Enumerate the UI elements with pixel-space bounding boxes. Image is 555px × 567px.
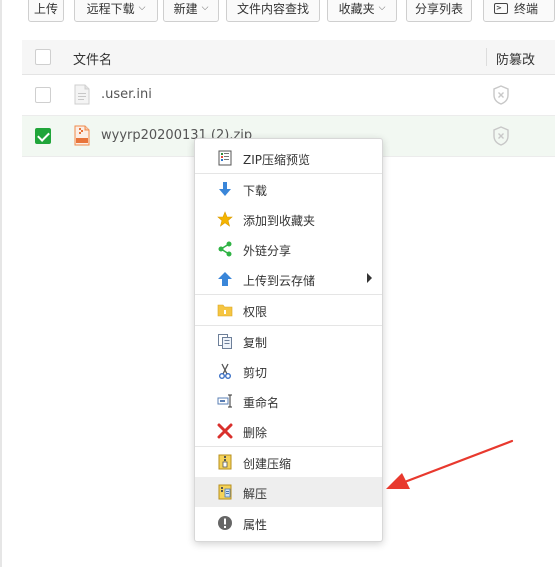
share-list-button[interactable]: 分享列表 [406,0,472,22]
menu-item-extract[interactable]: 解压 [195,477,382,507]
menu-item-label: 删除 [243,426,268,440]
menu-item-label: 属性 [243,518,268,532]
chevron-down-icon: ⌵ [138,3,146,13]
menu-item-add-favorite[interactable]: 添加到收藏夹 [195,204,382,234]
menu-item-label: 解压 [243,487,268,501]
remote-download-button[interactable]: 远程下载 ⌵ [74,0,158,22]
scissors-icon [217,363,233,379]
shield-icon[interactable] [492,126,510,146]
star-icon [217,211,233,227]
favorites-label: 收藏夹 [338,1,375,16]
text-file-icon [74,84,90,105]
zip-preview-icon [217,150,233,166]
upload-button-label: 上传 [34,1,59,16]
menu-item-zip-preview[interactable]: ZIP压缩预览 [195,143,382,173]
menu-item-label: 剪切 [243,366,268,380]
select-all-checkbox[interactable] [35,49,51,65]
menu-item-label: 权限 [243,305,268,319]
menu-item-create-archive[interactable]: 创建压缩 [195,447,382,477]
context-menu: ZIP压缩预览 下载 添加到收藏夹 外链分享 上传到云存储 权限 复制 剪切 重… [194,138,383,542]
column-divider [486,48,487,66]
row-checkbox[interactable] [35,128,51,144]
menu-item-upload-cloud[interactable]: 上传到云存储 [195,264,382,294]
terminal-icon: > [494,2,508,14]
new-button[interactable]: 新建 ⌵ [163,0,219,22]
menu-item-copy[interactable]: 复制 [195,326,382,356]
red-annotation-arrow [386,439,514,489]
menu-item-download[interactable]: 下载 [195,174,382,204]
delete-icon [217,423,233,439]
menu-item-label: 重命名 [243,396,280,410]
table-row[interactable]: .user.ini [22,75,555,116]
menu-item-rename[interactable]: 重命名 [195,386,382,416]
terminal-button[interactable]: > 终端 [483,0,555,22]
download-icon [217,181,233,197]
menu-item-permissions[interactable]: 权限 [195,295,382,325]
column-header-filename[interactable]: 文件名 [73,49,112,68]
cloud-upload-icon [217,271,233,287]
copy-icon [217,333,233,349]
file-name[interactable]: .user.ini [101,87,152,102]
folder-permission-icon [217,302,233,318]
terminal-label: 终端 [514,1,539,16]
column-header-tamper-proof[interactable]: 防篡改 [496,49,535,68]
menu-item-delete[interactable]: 删除 [195,416,382,446]
share-list-label: 分享列表 [414,1,463,16]
menu-item-share-link[interactable]: 外链分享 [195,234,382,264]
menu-item-cut[interactable]: 剪切 [195,356,382,386]
remote-download-label: 远程下载 [86,1,135,16]
menu-item-label: ZIP压缩预览 [243,153,310,167]
menu-item-label: 添加到收藏夹 [243,214,316,228]
compress-icon [217,454,233,470]
menu-item-label: 复制 [243,336,268,350]
info-icon [217,515,233,531]
file-content-search-label: 文件内容查找 [236,1,309,16]
zip-file-icon [74,125,90,146]
extract-icon [217,484,233,500]
shield-icon[interactable] [492,85,510,105]
menu-item-label: 创建压缩 [243,457,292,471]
menu-item-label: 外链分享 [243,244,292,258]
upload-button[interactable]: 上传 [28,0,64,22]
menu-item-properties[interactable]: 属性 [195,508,382,538]
share-icon [217,241,233,257]
left-panel-border [0,0,2,567]
toolbar: 上传 远程下载 ⌵ 新建 ⌵ 文件内容查找 收藏夹 ⌵ 分享列表 > 终端 [22,0,555,28]
table-header: 文件名 防篡改 [22,40,555,75]
new-button-label: 新建 [173,1,198,16]
row-checkbox[interactable] [35,87,51,103]
submenu-arrow-icon [367,273,372,283]
menu-item-label: 下载 [243,184,268,198]
chevron-down-icon: ⌵ [378,3,386,13]
menu-item-label: 上传到云存储 [243,274,316,288]
file-content-search-button[interactable]: 文件内容查找 [226,0,320,22]
chevron-down-icon: ⌵ [201,3,209,13]
favorites-button[interactable]: 收藏夹 ⌵ [327,0,397,22]
rename-icon [217,393,233,409]
